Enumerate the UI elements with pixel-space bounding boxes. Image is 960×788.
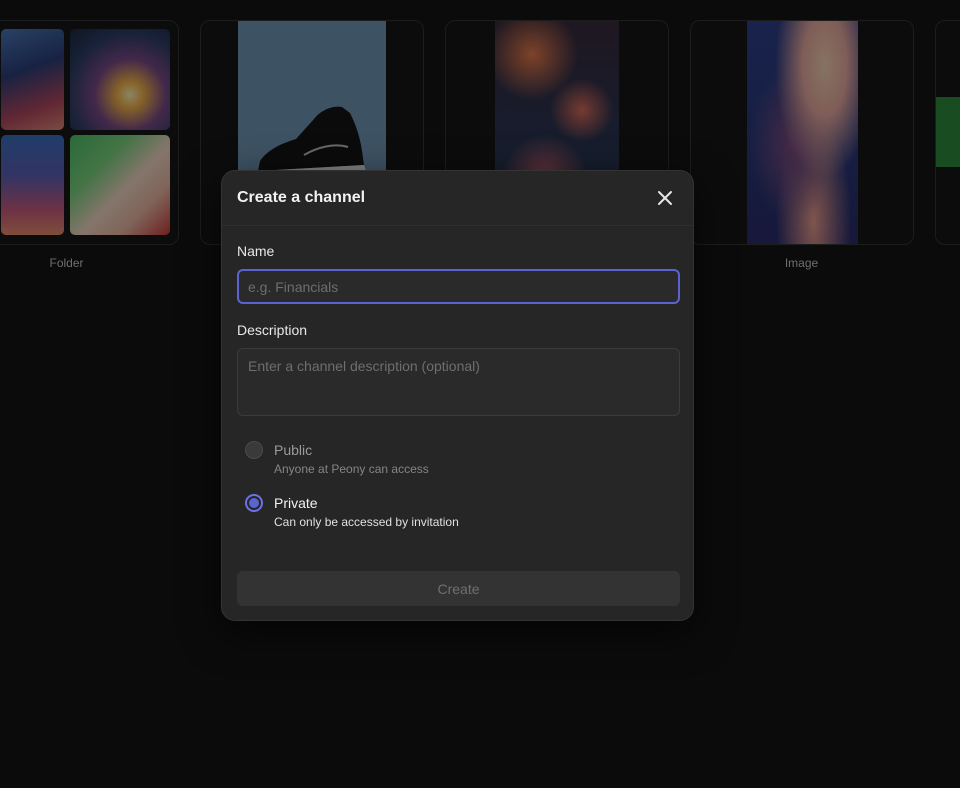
radio-selected-icon[interactable] bbox=[245, 494, 263, 512]
radio-unselected-icon[interactable] bbox=[245, 441, 263, 459]
visibility-option-public[interactable]: Public Anyone at Peony can access bbox=[245, 441, 495, 481]
description-label: Description bbox=[237, 322, 308, 338]
folder-thumb-portrait bbox=[1, 29, 64, 130]
folder-thumb-explosion bbox=[70, 29, 170, 130]
dialog-header: Create a channel bbox=[222, 171, 693, 226]
dialog-title: Create a channel bbox=[237, 189, 366, 206]
folder-thumb-anime bbox=[70, 135, 170, 235]
gallery-card-partial[interactable] bbox=[935, 20, 960, 245]
gallery-card-folder[interactable] bbox=[0, 20, 179, 245]
gallery-card-clouds[interactable] bbox=[690, 20, 914, 245]
close-icon bbox=[658, 191, 672, 205]
folder-thumb-sky bbox=[1, 135, 64, 235]
description-textarea[interactable] bbox=[237, 348, 680, 416]
clouds-image bbox=[747, 21, 858, 244]
name-input[interactable] bbox=[237, 269, 680, 304]
create-button[interactable]: Create bbox=[237, 571, 680, 606]
public-option-title: Public bbox=[274, 442, 313, 458]
private-option-title: Private bbox=[274, 495, 318, 511]
partial-thumb bbox=[936, 97, 960, 167]
public-option-subtitle: Anyone at Peony can access bbox=[274, 462, 429, 476]
create-channel-dialog: Create a channel Name Description Public… bbox=[221, 170, 694, 621]
visibility-option-private[interactable]: Private Can only be accessed by invitati… bbox=[245, 494, 495, 534]
gallery-card-label-folder: Folder bbox=[49, 256, 84, 270]
private-option-subtitle: Can only be accessed by invitation bbox=[274, 515, 459, 529]
gallery-card-label-image: Image bbox=[784, 256, 819, 270]
close-button[interactable] bbox=[654, 187, 676, 209]
name-label: Name bbox=[237, 243, 275, 259]
